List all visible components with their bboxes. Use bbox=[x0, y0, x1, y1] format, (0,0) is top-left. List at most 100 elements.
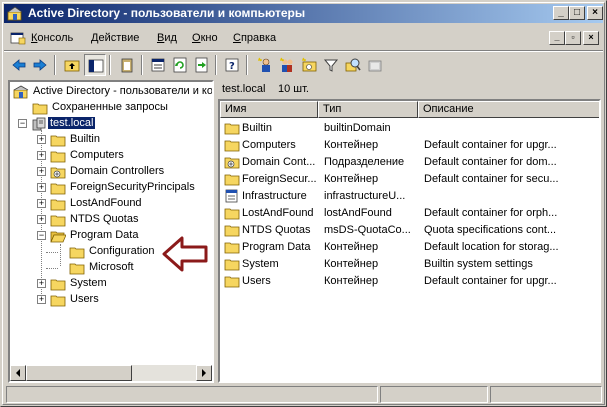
close-button[interactable]: × bbox=[587, 6, 603, 20]
console-tree-pane[interactable]: Active Directory - пользователи и компью… bbox=[8, 80, 214, 383]
list-item[interactable]: Domain Cont... Подразделение Default conta… bbox=[220, 154, 599, 171]
cell-type: Контейнер bbox=[324, 173, 379, 185]
tree-node-lostandfound[interactable]: + LostAndFound bbox=[10, 196, 212, 212]
tree-node-label: Microsoft bbox=[89, 261, 134, 273]
expand-toggle[interactable]: + bbox=[37, 215, 46, 224]
tree-node-computers[interactable]: + Computers bbox=[10, 148, 212, 164]
cell-name: Infrastructure bbox=[242, 190, 307, 202]
window-title: Active Directory - пользователи и компью… bbox=[28, 6, 306, 20]
list-item[interactable]: Program Data Контейнер Default location fo… bbox=[220, 239, 599, 256]
tree-root-node[interactable]: Active Directory - пользователи и компью… bbox=[10, 84, 212, 100]
expand-toggle[interactable]: + bbox=[37, 199, 46, 208]
back-button[interactable] bbox=[8, 54, 30, 76]
find-button[interactable] bbox=[342, 54, 364, 76]
toolbar: ? bbox=[4, 52, 603, 78]
triangle-left-icon bbox=[16, 369, 20, 377]
arrow-right-icon bbox=[33, 59, 47, 71]
cell-type: Контейнер bbox=[324, 241, 379, 253]
list-item[interactable]: NTDS Quotas msDS-QuotaCo... Quota specific… bbox=[220, 222, 599, 239]
expand-toggle[interactable]: + bbox=[37, 183, 46, 192]
menu-view[interactable]: Вид bbox=[157, 32, 177, 44]
child-restore-button[interactable]: ▫ bbox=[565, 31, 581, 45]
menu-window[interactable]: Окно bbox=[192, 32, 218, 44]
column-header-name[interactable]: Имя bbox=[220, 101, 318, 118]
tree-node-users[interactable]: + Users bbox=[10, 292, 212, 308]
column-header-description[interactable]: Описание bbox=[418, 101, 599, 118]
maximize-button[interactable]: □ bbox=[569, 6, 585, 20]
ou-icon bbox=[224, 157, 240, 169]
details-count: 10 шт. bbox=[278, 83, 309, 95]
new-user-icon bbox=[258, 57, 270, 72]
status-bar bbox=[6, 386, 603, 404]
list-item[interactable]: Builtin builtinDomain bbox=[220, 120, 599, 137]
expand-toggle[interactable]: + bbox=[37, 279, 46, 288]
menu-action[interactable]: Действие bbox=[91, 32, 139, 44]
tree-node-ntds-quotas[interactable]: + NTDS Quotas bbox=[10, 212, 212, 228]
tree-node-domain-controllers[interactable]: + Domain Controllers bbox=[10, 164, 212, 180]
minimize-button[interactable]: _ bbox=[553, 6, 569, 20]
tree-node-builtin[interactable]: + Builtin bbox=[10, 132, 212, 148]
delete-button[interactable] bbox=[116, 54, 138, 76]
show-hide-tree-button[interactable] bbox=[84, 54, 106, 76]
cell-name: Domain Cont... bbox=[242, 156, 316, 168]
add-to-group-button[interactable] bbox=[364, 54, 386, 76]
list-item[interactable]: Infrastructure infrastructureU... bbox=[220, 188, 599, 205]
menu-help[interactable]: Справка bbox=[233, 32, 276, 44]
details-title: test.local bbox=[222, 83, 266, 95]
new-ou-icon bbox=[302, 57, 317, 72]
expand-toggle[interactable]: + bbox=[37, 167, 46, 176]
list-item[interactable]: ForeignSecur... Контейнер Default containe… bbox=[220, 171, 599, 188]
cell-description: Default location for storag... bbox=[424, 241, 559, 253]
column-header-type[interactable]: Тип bbox=[318, 101, 418, 118]
cell-description: Default container for secu... bbox=[424, 173, 559, 185]
folder-icon bbox=[224, 259, 240, 271]
filter-button[interactable] bbox=[320, 54, 342, 76]
list-item[interactable]: Computers Контейнер Default container for … bbox=[220, 137, 599, 154]
tree-node-foreignsecurityprincipals[interactable]: + ForeignSecurityPrincipals bbox=[10, 180, 212, 196]
tree-node-saved-queries[interactable]: Сохраненные запросы bbox=[10, 100, 212, 116]
up-level-button[interactable] bbox=[61, 54, 83, 76]
tree-node-label: Сохраненные запросы bbox=[52, 101, 168, 113]
tree-node-label: Configuration bbox=[89, 245, 155, 257]
tree-node-system[interactable]: + System bbox=[10, 276, 212, 292]
forward-button[interactable] bbox=[29, 54, 51, 76]
tree-connector-line bbox=[46, 252, 58, 253]
new-group-button[interactable] bbox=[276, 54, 298, 76]
toolbar-separator bbox=[246, 55, 248, 75]
scroll-left-button[interactable] bbox=[10, 365, 26, 381]
list-item[interactable]: Users Контейнер Default container for upgr… bbox=[220, 273, 599, 290]
new-user-button[interactable] bbox=[254, 54, 276, 76]
scroll-right-button[interactable] bbox=[196, 365, 212, 381]
new-ou-button[interactable] bbox=[298, 54, 320, 76]
export-list-icon bbox=[195, 57, 208, 73]
cell-type: msDS-QuotaCo... bbox=[324, 224, 411, 236]
tree-node-label: Users bbox=[70, 293, 99, 305]
expand-toggle[interactable]: + bbox=[37, 151, 46, 160]
triangle-right-icon bbox=[202, 369, 206, 377]
expand-toggle[interactable]: + bbox=[37, 295, 46, 304]
collapse-toggle[interactable]: − bbox=[18, 119, 27, 128]
export-list-button[interactable] bbox=[191, 54, 213, 76]
refresh-button[interactable] bbox=[169, 54, 191, 76]
list-item[interactable]: LostAndFound lostAndFound Default containe… bbox=[220, 205, 599, 222]
console-window-icon[interactable] bbox=[10, 30, 26, 46]
scroll-thumb[interactable] bbox=[26, 365, 132, 381]
expand-toggle[interactable]: + bbox=[37, 135, 46, 144]
active-directory-icon bbox=[13, 85, 29, 99]
properties-button[interactable] bbox=[147, 54, 169, 76]
title-bar[interactable]: Active Directory - пользователи и компью… bbox=[4, 4, 603, 23]
child-minimize-button[interactable]: _ bbox=[549, 31, 565, 45]
folder-icon bbox=[224, 174, 240, 186]
list-item[interactable]: System Контейнер Builtin system settings bbox=[220, 256, 599, 273]
help-button[interactable]: ? bbox=[221, 54, 243, 76]
menu-console[interactable]: Консоль bbox=[31, 32, 73, 44]
tree-view[interactable]: Active Directory - пользователи и компью… bbox=[10, 82, 212, 365]
status-panel-3 bbox=[490, 386, 602, 403]
details-pane: test.local 10 шт. Имя Тип Описание Built… bbox=[218, 80, 601, 383]
child-close-button[interactable]: × bbox=[583, 31, 599, 45]
tree-horizontal-scrollbar[interactable] bbox=[10, 365, 212, 381]
cell-name: Computers bbox=[242, 139, 296, 151]
menu-bar: Консоль Действие Вид Окно Справка _ ▫ × bbox=[4, 27, 603, 49]
details-list[interactable]: Имя Тип Описание Builtin builtinDomain Com… bbox=[218, 99, 601, 383]
collapse-toggle[interactable]: − bbox=[37, 231, 46, 240]
